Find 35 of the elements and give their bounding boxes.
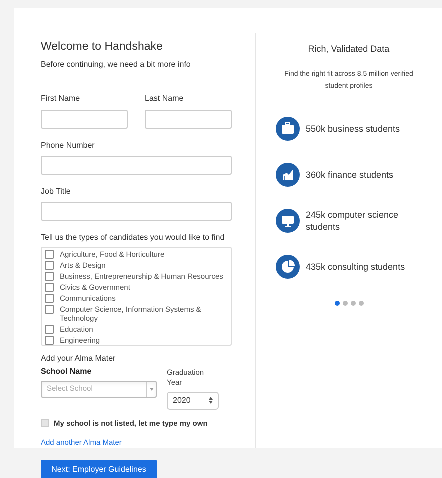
stat-text: 435k consulting students [306,260,406,272]
field-label: Tell us the types of candidates you would like to find [41,234,226,242]
caret-icon [150,388,154,390]
pie-chart-icon [276,254,300,278]
year-value: 2020 [173,394,191,406]
checkbox[interactable] [45,282,54,292]
checkbox[interactable] [45,294,54,302]
checkbox[interactable] [45,250,54,258]
field-label: School Name [41,368,93,376]
stat-text: 550k business students [306,122,400,134]
checkbox[interactable] [45,324,54,334]
promo-title: Rich, Validated Data [308,43,390,56]
checkbox[interactable] [45,260,54,270]
job-title-field[interactable] [41,202,232,220]
stat-text: 245k computer science students [306,208,400,232]
first-name-field[interactable] [41,110,128,128]
section-heading: Add your Alma Mater [41,354,117,362]
next-button[interactable]: Next: Employer Guidelines [41,460,157,478]
stat-text: 360k finance students [306,168,394,180]
field-label: Last Name [145,94,185,102]
form-title: Welcome to Handshake [41,42,164,54]
last-name-field[interactable] [145,110,232,128]
field-label: First Name [41,94,82,102]
up-down-caret-icon [209,397,213,404]
checkbox[interactable] [45,336,54,344]
phone-field[interactable] [41,156,232,174]
field-label: Job Title [41,188,72,196]
field-label: Phone Number [41,142,96,150]
checkbox[interactable] [45,272,54,280]
checkbox[interactable] [41,419,49,428]
checkbox[interactable] [45,304,54,314]
briefcase-icon [276,116,300,140]
monitor-icon [276,208,300,232]
year-select[interactable]: 2020 [167,392,219,410]
form-subtitle: Before continuing, we need a bit more info [41,60,192,68]
